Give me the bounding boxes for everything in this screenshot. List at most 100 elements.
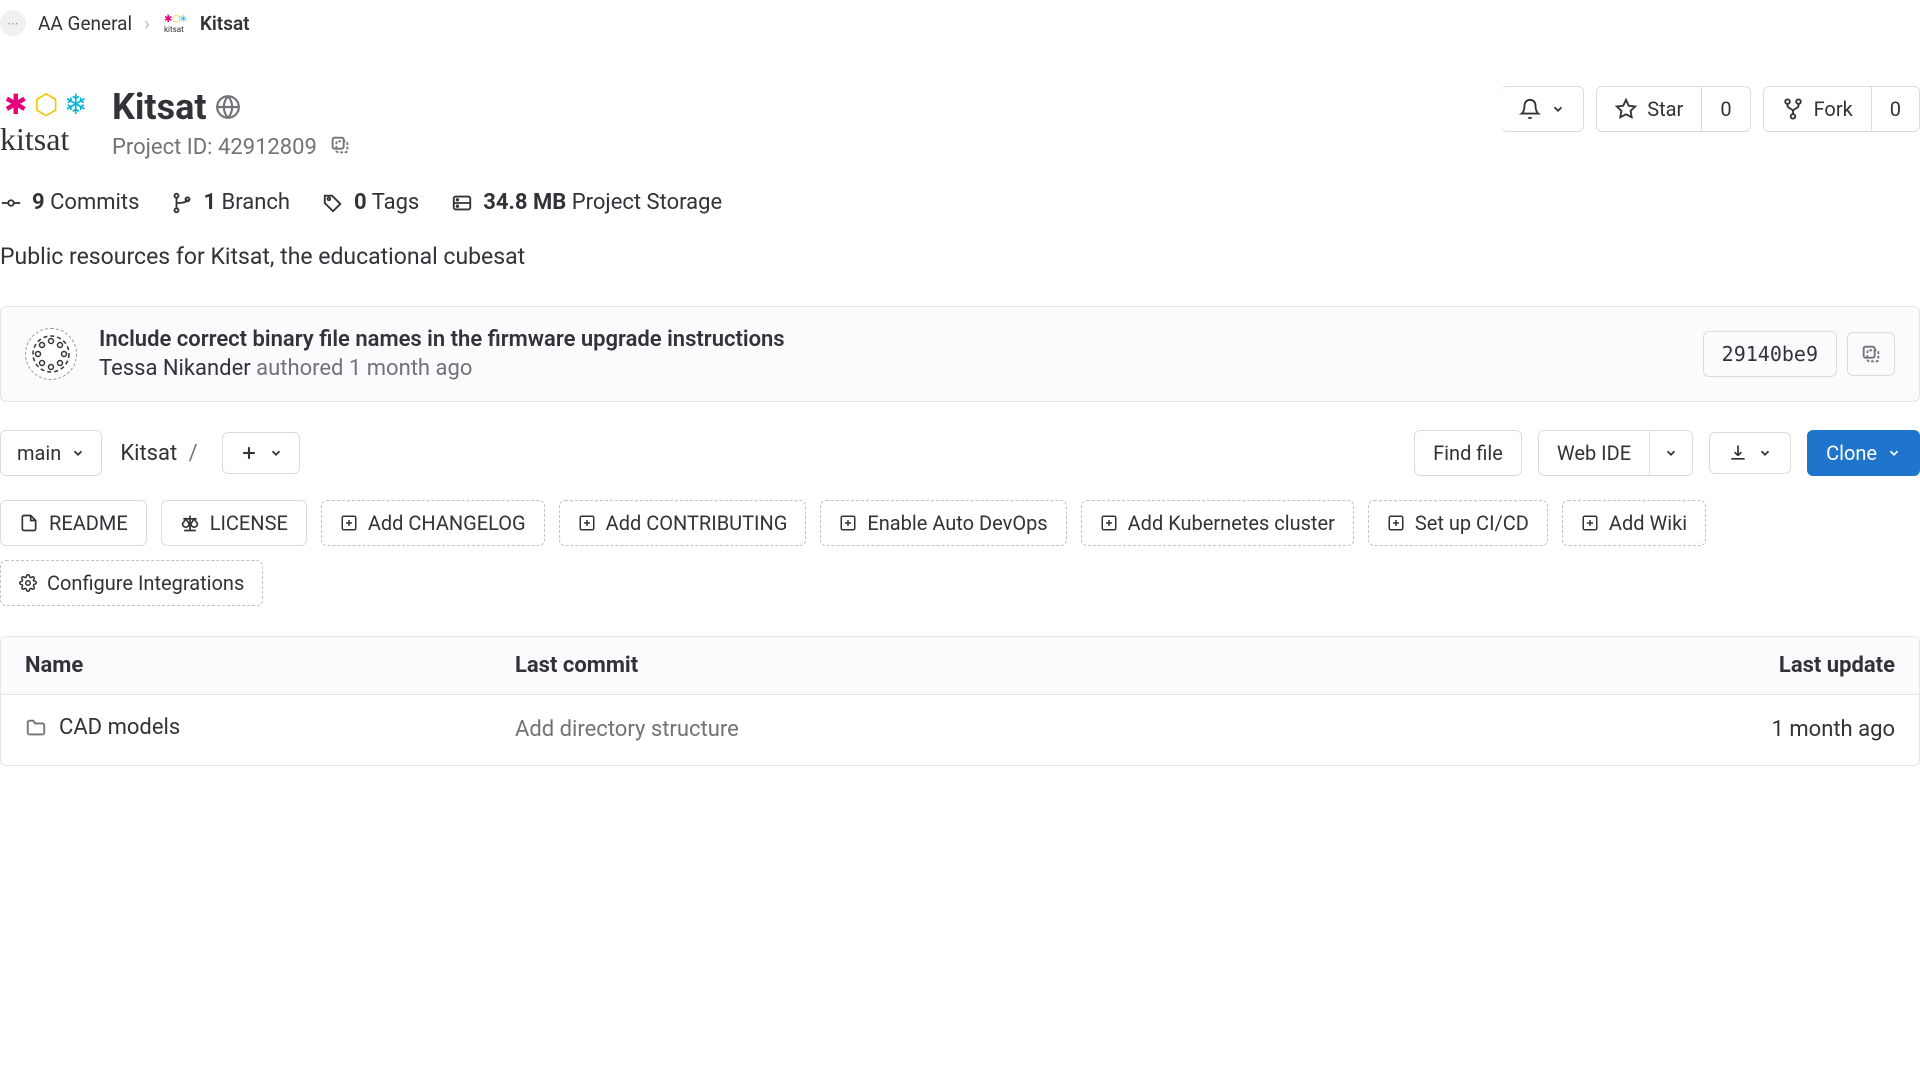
tag-icon (322, 192, 344, 214)
branch-name: main (17, 441, 61, 465)
clone-dropdown[interactable]: Clone (1807, 430, 1920, 476)
breadcrumb: ⋯ AA General › ✱ ⬡ ✳ kitsat Kitsat (0, 0, 1920, 56)
chevron-down-icon (1887, 446, 1901, 460)
copy-sha-button[interactable] (1847, 332, 1895, 376)
file-path-breadcrumb: Kitsat / (120, 441, 203, 466)
plus-square-icon (839, 514, 857, 532)
branch-icon (171, 192, 193, 214)
star-label: Star (1647, 97, 1683, 121)
col-header-name: Name (25, 653, 515, 678)
readme-label: README (49, 511, 128, 535)
chevron-down-icon (71, 446, 85, 460)
project-avatar-small-icon: ✱ ⬡ ✳ kitsat (162, 10, 188, 36)
download-icon (1728, 443, 1748, 463)
file-commit-link[interactable]: Add directory structure (515, 717, 1695, 742)
plus-square-icon (1100, 514, 1118, 532)
add-file-dropdown[interactable] (222, 432, 300, 474)
add-contributing-chip[interactable]: Add CONTRIBUTING (559, 500, 807, 546)
plus-square-icon (340, 514, 358, 532)
web-ide-button[interactable]: Web IDE (1538, 430, 1650, 476)
fork-icon (1782, 98, 1804, 120)
globe-icon (215, 94, 241, 120)
plus-square-icon (578, 514, 596, 532)
commit-author-link[interactable]: Tessa Nikander (99, 356, 251, 381)
download-dropdown[interactable] (1709, 432, 1791, 474)
notification-dropdown[interactable] (1501, 86, 1584, 132)
chevron-down-icon (1551, 102, 1565, 116)
find-file-button[interactable]: Find file (1414, 430, 1522, 476)
author-avatar-icon (25, 328, 77, 380)
setup-cicd-chip[interactable]: Set up CI/CD (1368, 500, 1548, 546)
project-id: Project ID: 42912809 (112, 135, 317, 160)
plus-square-icon (1387, 514, 1405, 532)
star-count[interactable]: 0 (1702, 86, 1750, 132)
chevron-down-icon (1758, 446, 1772, 460)
svg-text:kitsat: kitsat (164, 25, 184, 34)
add-changelog-label: Add CHANGELOG (368, 511, 526, 535)
svg-text:✱: ✱ (4, 90, 27, 121)
commit-time: 1 month ago (349, 356, 472, 381)
tags-link[interactable]: 0 Tags (322, 190, 419, 215)
commit-icon (0, 192, 22, 214)
breadcrumb-parent-link[interactable]: AA General (38, 12, 132, 35)
add-wiki-chip[interactable]: Add Wiki (1562, 500, 1706, 546)
branches-link[interactable]: 1 Branch (171, 190, 290, 215)
svg-text:✳: ✳ (179, 14, 186, 25)
commit-title-link[interactable]: Include correct binary file names in the… (99, 327, 785, 352)
project-title: Kitsat (112, 86, 207, 128)
branch-selector[interactable]: main (0, 430, 102, 476)
star-button[interactable]: Star (1596, 86, 1702, 132)
folder-icon (25, 717, 47, 739)
storage-icon (451, 192, 473, 214)
star-icon (1615, 98, 1637, 120)
commit-sha[interactable]: 29140be9 (1703, 331, 1837, 377)
setup-cicd-label: Set up CI/CD (1415, 511, 1529, 535)
enable-auto-devops-label: Enable Auto DevOps (867, 511, 1047, 535)
col-header-commit: Last commit (515, 653, 1695, 678)
breadcrumb-current[interactable]: Kitsat (200, 12, 250, 35)
add-contributing-label: Add CONTRIBUTING (606, 511, 788, 535)
gear-icon (19, 574, 37, 592)
plus-icon (239, 443, 259, 463)
add-wiki-label: Add Wiki (1609, 511, 1687, 535)
configure-integrations-chip[interactable]: Configure Integrations (0, 560, 263, 606)
clone-label: Clone (1826, 441, 1877, 465)
svg-text:kitsat: kitsat (0, 121, 69, 157)
plus-square-icon (1581, 514, 1599, 532)
project-avatar-icon: ✱ ⬡ ❄ kitsat (0, 86, 98, 166)
file-link[interactable]: CAD models (25, 715, 180, 740)
add-kubernetes-label: Add Kubernetes cluster (1128, 511, 1335, 535)
breadcrumb-separator-icon: › (144, 12, 150, 35)
file-icon (19, 513, 39, 533)
storage-info: 34.8 MB Project Storage (451, 190, 722, 215)
license-chip[interactable]: LICENSE (161, 500, 307, 546)
svg-text:❄: ❄ (64, 90, 87, 121)
license-label: LICENSE (210, 511, 288, 535)
svg-text:⬡: ⬡ (34, 90, 58, 121)
path-root-link[interactable]: Kitsat (120, 441, 177, 466)
fork-button[interactable]: Fork (1763, 86, 1872, 132)
col-header-update: Last update (1695, 653, 1895, 678)
file-row: CAD models Add directory structure 1 mon… (1, 694, 1919, 765)
scale-icon (180, 513, 200, 533)
file-name-label: CAD models (59, 715, 180, 740)
file-update-time: 1 month ago (1695, 717, 1895, 742)
add-changelog-chip[interactable]: Add CHANGELOG (321, 500, 545, 546)
chevron-down-icon (269, 446, 283, 460)
bell-icon (1519, 98, 1541, 120)
files-table: Name Last commit Last update CAD models … (0, 636, 1920, 766)
path-separator: / (189, 441, 198, 466)
configure-integrations-label: Configure Integrations (47, 571, 244, 595)
fork-label: Fork (1814, 97, 1853, 121)
chevron-down-icon (1664, 446, 1678, 460)
add-kubernetes-chip[interactable]: Add Kubernetes cluster (1081, 500, 1354, 546)
fork-count[interactable]: 0 (1872, 86, 1920, 132)
authored-label: authored (256, 356, 343, 381)
copy-id-button[interactable] (329, 134, 355, 160)
last-commit-card: Include correct binary file names in the… (0, 306, 1920, 402)
commits-link[interactable]: 9 Commits (0, 190, 139, 215)
project-description: Public resources for Kitsat, the educati… (0, 243, 1920, 270)
readme-chip[interactable]: README (0, 500, 147, 546)
web-ide-dropdown[interactable] (1650, 430, 1693, 476)
enable-auto-devops-chip[interactable]: Enable Auto DevOps (820, 500, 1066, 546)
